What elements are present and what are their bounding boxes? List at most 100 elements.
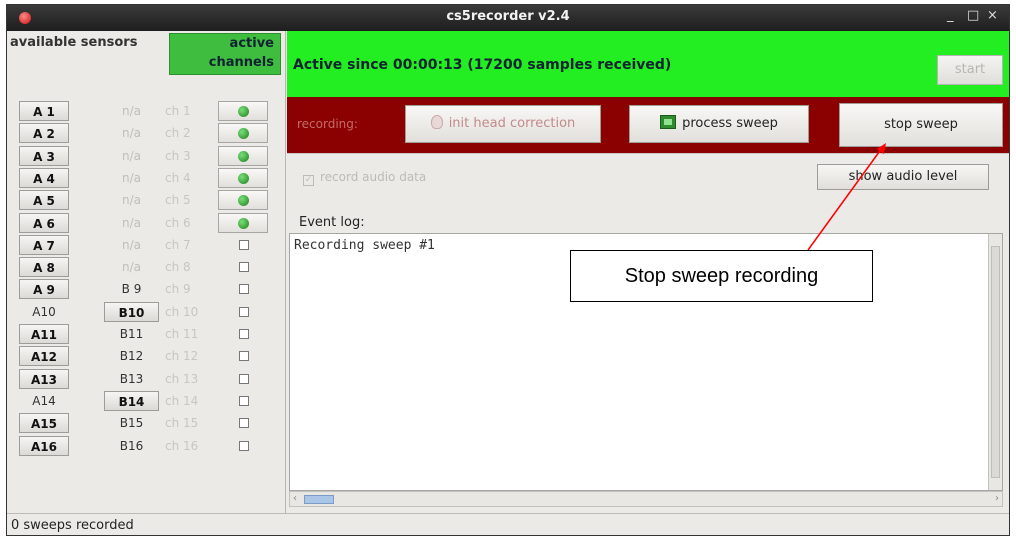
title-bar[interactable]: cs5recorder v2.4 _ □ ×	[7, 5, 1009, 31]
sensor-a-button[interactable]: A 7	[19, 234, 69, 255]
scroll-left-icon[interactable]: ‹	[293, 493, 297, 504]
channel-toggle-button[interactable]	[218, 167, 268, 188]
init-head-correction-label: init head correction	[448, 116, 576, 131]
process-sweep-button[interactable]: process sweep	[629, 105, 809, 143]
channel-checkbox[interactable]	[239, 262, 249, 273]
green-led-icon	[238, 217, 249, 229]
sensor-b-button[interactable]: B10	[104, 301, 159, 322]
process-sweep-label: process sweep	[682, 116, 778, 131]
channel-label: ch 15	[165, 416, 199, 431]
sensor-row: A 3 n/a ch 3	[7, 145, 286, 167]
sensor-b-button: n/a	[121, 170, 141, 185]
vertical-scrollbar[interactable]	[988, 234, 1002, 490]
maximize-icon[interactable]: □	[967, 8, 979, 23]
active-channels-header: active channels	[169, 33, 281, 75]
vertical-scroll-thumb[interactable]	[991, 246, 1000, 478]
channel-checkbox[interactable]	[239, 418, 249, 429]
sensor-row: A 6 n/a ch 6	[7, 212, 286, 234]
sensor-row: A 4 n/a ch 4	[7, 167, 286, 189]
channel-checkbox[interactable]	[239, 351, 249, 362]
sensor-b-button[interactable]: B12	[104, 346, 159, 366]
audio-options: ✓ record audio data show audio level	[287, 153, 1009, 197]
sensor-a-button[interactable]: A 4	[19, 167, 69, 188]
sensor-a-button[interactable]: A 3	[19, 145, 69, 166]
channel-label: ch 1	[165, 104, 191, 118]
channel-label: ch 8	[165, 260, 191, 275]
sensor-a-button[interactable]: A 9	[19, 279, 69, 300]
sensor-a-button[interactable]: A 6	[19, 212, 69, 233]
sensor-row: A 9 B 9 ch 9	[7, 278, 286, 300]
status-banner: Active since 00:00:13 (17200 samples rec…	[287, 31, 1009, 97]
sensor-a-button[interactable]: A 5	[19, 190, 69, 211]
channel-toggle-button[interactable]	[218, 212, 268, 233]
checkbox-icon: ✓	[303, 175, 314, 186]
sensor-b-button[interactable]: B11	[104, 324, 159, 344]
channel-checkbox[interactable]	[239, 395, 249, 406]
sensor-row: A13 B13 ch 13	[7, 368, 286, 390]
green-led-icon	[238, 195, 249, 207]
stop-sweep-button[interactable]: stop sweep	[839, 103, 1003, 147]
event-log-text: Recording sweep #1	[294, 238, 435, 253]
channel-checkbox[interactable]	[239, 329, 249, 339]
channel-label: ch 16	[165, 438, 199, 453]
close-icon[interactable]: ×	[987, 8, 998, 23]
sensor-a-button[interactable]: A16	[19, 435, 69, 456]
channel-label: ch 10	[165, 304, 199, 319]
channel-checkbox[interactable]	[239, 306, 249, 317]
sensor-b-button[interactable]: B14	[104, 390, 159, 411]
sensor-row: A 8 n/a ch 8	[7, 256, 286, 278]
sensor-a-button[interactable]: A 8	[19, 257, 69, 278]
sensor-b-button[interactable]: B13	[104, 369, 159, 389]
recording-bar: recording: init head correction process …	[287, 97, 1009, 153]
sensor-b-button: n/a	[121, 215, 141, 230]
green-led-icon	[238, 150, 249, 162]
sensor-a-button[interactable]: A15	[19, 413, 69, 434]
channel-toggle-button[interactable]	[218, 190, 268, 211]
channel-label: ch 9	[165, 282, 191, 297]
channel-checkbox[interactable]	[239, 284, 249, 295]
sensor-a-button[interactable]: A 2	[19, 123, 69, 144]
scroll-right-icon[interactable]: ›	[995, 493, 999, 504]
channel-label: ch 11	[165, 327, 199, 341]
channel-label: ch 7	[165, 237, 191, 252]
sensor-a-button[interactable]: A12	[19, 346, 69, 367]
annotation-callout: Stop sweep recording	[570, 250, 873, 302]
channel-label: ch 12	[165, 349, 199, 364]
channel-toggle-button[interactable]	[218, 123, 268, 144]
sensor-b-button: n/a	[121, 148, 141, 163]
available-sensors-header: available sensors	[10, 35, 138, 50]
channel-label: ch 3	[165, 148, 191, 163]
sensor-row: A 2 n/a ch 2	[7, 122, 286, 144]
show-audio-level-button[interactable]: show audio level	[817, 164, 989, 190]
sensor-b-button[interactable]: B16	[104, 436, 159, 456]
status-message: Active since 00:00:13 (17200 samples rec…	[293, 57, 672, 73]
channel-checkbox[interactable]	[239, 440, 249, 451]
sensor-row: A12 B12 ch 12	[7, 345, 286, 367]
record-audio-checkbox[interactable]: ✓ record audio data	[303, 170, 426, 186]
start-button[interactable]: start	[937, 55, 1003, 85]
channel-label: ch 6	[165, 215, 191, 230]
sensor-a-button[interactable]: A14	[19, 391, 69, 411]
minimize-icon[interactable]: _	[947, 8, 954, 23]
sensor-a-button[interactable]: A 1	[19, 101, 69, 121]
sensor-panel: available sensors active channels A 1 n/a…	[7, 31, 286, 513]
sensor-b-button: n/a	[121, 104, 141, 118]
sensor-row: A11 B11 ch 11	[7, 323, 286, 345]
recording-label: recording:	[297, 117, 358, 131]
channel-toggle-button[interactable]	[218, 145, 268, 166]
sensor-b-button[interactable]: B 9	[104, 279, 159, 299]
channel-checkbox[interactable]	[239, 239, 249, 250]
init-head-correction-button[interactable]: init head correction	[405, 105, 601, 143]
sensor-a-button[interactable]: A10	[19, 302, 69, 322]
sensor-a-button[interactable]: A11	[19, 324, 69, 344]
sensor-a-button[interactable]: A13	[19, 368, 69, 389]
horizontal-scrollbar[interactable]: ‹ ›	[289, 491, 1003, 507]
channel-checkbox[interactable]	[239, 373, 249, 384]
record-audio-label: record audio data	[320, 170, 427, 184]
sensor-b-button[interactable]: B15	[104, 413, 159, 433]
channel-label: ch 2	[165, 126, 191, 141]
channel-toggle-button[interactable]	[218, 101, 268, 121]
horizontal-scroll-thumb[interactable]	[304, 495, 334, 504]
sensor-row: A 5 n/a ch 5	[7, 189, 286, 211]
sensor-row: A10 B10 ch 10	[7, 301, 286, 323]
